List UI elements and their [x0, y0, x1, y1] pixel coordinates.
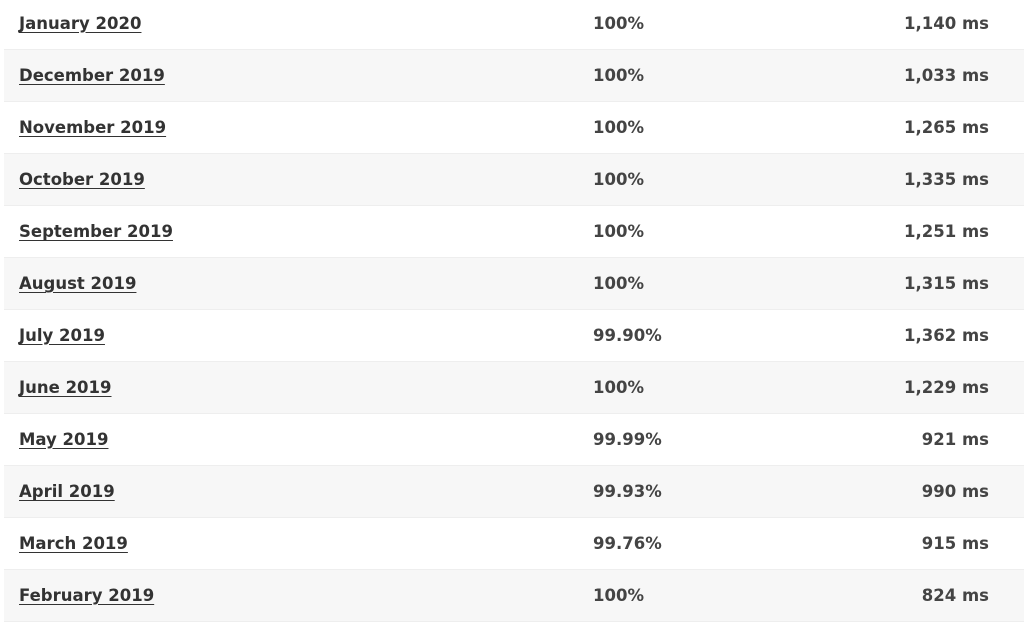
uptime-value: 100%	[593, 118, 644, 137]
table-row: February 2019 100% 824 ms	[4, 570, 1024, 622]
response-time-value: 1,362 ms	[904, 326, 989, 345]
uptime-value: 100%	[593, 14, 644, 33]
response-time-value: 1,315 ms	[904, 274, 989, 293]
table-row: December 2019 100% 1,033 ms	[4, 50, 1024, 102]
uptime-value: 100%	[593, 66, 644, 85]
month-link[interactable]: June 2019	[19, 378, 112, 397]
table-row: March 2019 99.76% 915 ms	[4, 518, 1024, 570]
table-row: May 2019 99.99% 921 ms	[4, 414, 1024, 466]
response-time-value: 1,251 ms	[904, 222, 989, 241]
uptime-value: 100%	[593, 274, 644, 293]
response-time-value: 1,033 ms	[904, 66, 989, 85]
uptime-value: 100%	[593, 378, 644, 397]
table-row: January 2020 100% 1,140 ms	[4, 0, 1024, 50]
table-row: August 2019 100% 1,315 ms	[4, 258, 1024, 310]
uptime-value: 100%	[593, 586, 644, 605]
table-row: November 2019 100% 1,265 ms	[4, 102, 1024, 154]
month-link[interactable]: February 2019	[19, 586, 154, 605]
uptime-value: 100%	[593, 222, 644, 241]
table-row: April 2019 99.93% 990 ms	[4, 466, 1024, 518]
response-time-value: 824 ms	[921, 586, 989, 605]
response-time-value: 1,335 ms	[904, 170, 989, 189]
table-row: October 2019 100% 1,335 ms	[4, 154, 1024, 206]
month-link[interactable]: November 2019	[19, 118, 166, 137]
month-link[interactable]: August 2019	[19, 274, 136, 293]
uptime-value: 99.76%	[593, 534, 662, 553]
month-link[interactable]: March 2019	[19, 534, 128, 553]
uptime-value: 99.99%	[593, 430, 662, 449]
month-link[interactable]: October 2019	[19, 170, 145, 189]
response-time-value: 915 ms	[921, 534, 989, 553]
table-row: June 2019 100% 1,229 ms	[4, 362, 1024, 414]
response-time-value: 1,265 ms	[904, 118, 989, 137]
uptime-value: 100%	[593, 170, 644, 189]
uptime-value: 99.93%	[593, 482, 662, 501]
month-link[interactable]: July 2019	[19, 326, 105, 345]
response-time-value: 1,229 ms	[904, 378, 989, 397]
uptime-table: January 2020 100% 1,140 ms December 2019…	[4, 0, 1024, 622]
response-time-value: 990 ms	[921, 482, 989, 501]
table-row: September 2019 100% 1,251 ms	[4, 206, 1024, 258]
response-time-value: 921 ms	[921, 430, 989, 449]
month-link[interactable]: January 2020	[19, 14, 141, 33]
response-time-value: 1,140 ms	[904, 14, 989, 33]
uptime-value: 99.90%	[593, 326, 662, 345]
month-link[interactable]: December 2019	[19, 66, 165, 85]
month-link[interactable]: September 2019	[19, 222, 173, 241]
month-link[interactable]: April 2019	[19, 482, 115, 501]
month-link[interactable]: May 2019	[19, 430, 108, 449]
table-row: July 2019 99.90% 1,362 ms	[4, 310, 1024, 362]
